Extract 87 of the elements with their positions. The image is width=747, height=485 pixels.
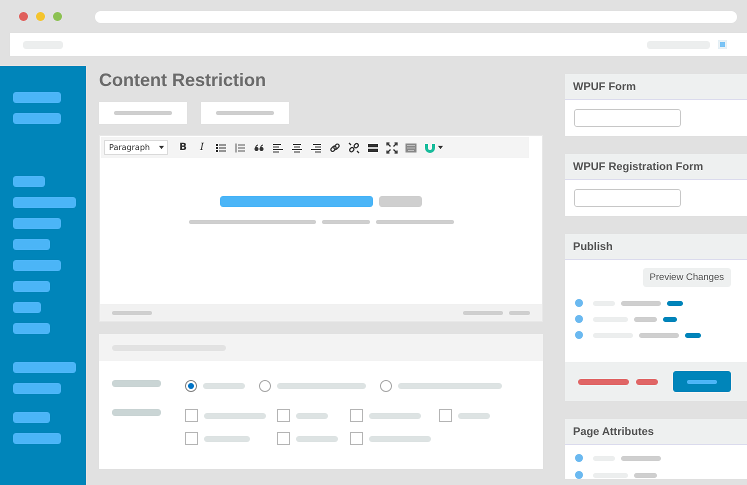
- menu-item[interactable]: [13, 281, 50, 292]
- menu-item[interactable]: [13, 113, 61, 124]
- placeholder-bar: [216, 111, 274, 115]
- radio-button[interactable]: [380, 380, 392, 392]
- caret-icon: [438, 145, 443, 150]
- menu-item[interactable]: [13, 239, 50, 250]
- align-center-icon[interactable]: [291, 142, 303, 154]
- status-icon: [575, 454, 583, 462]
- placeholder-bar: [114, 111, 172, 115]
- menu-item[interactable]: [13, 218, 61, 229]
- align-left-icon[interactable]: [272, 142, 284, 154]
- minimize-dot[interactable]: [36, 12, 45, 21]
- radio-button[interactable]: [185, 380, 197, 392]
- radio-button[interactable]: [259, 380, 271, 392]
- placeholder-bar: [621, 300, 661, 306]
- checkbox[interactable]: [185, 409, 198, 422]
- tab[interactable]: [99, 102, 187, 124]
- checkbox[interactable]: [277, 432, 290, 445]
- square-icon: [720, 42, 725, 47]
- checkbox[interactable]: [439, 409, 452, 422]
- menu-item[interactable]: [13, 433, 61, 444]
- box-title: Page Attributes: [565, 419, 747, 445]
- format-select[interactable]: Paragraph: [104, 140, 168, 155]
- box-title: Publish: [565, 234, 747, 260]
- placeholder-bar: [593, 472, 628, 478]
- placeholder-bar: [663, 316, 677, 322]
- quote-icon[interactable]: [253, 142, 265, 154]
- fullscreen-icon[interactable]: [386, 142, 398, 154]
- keyboard-icon[interactable]: [405, 142, 417, 154]
- align-right-icon[interactable]: [310, 142, 322, 154]
- maximize-dot[interactable]: [53, 12, 62, 21]
- placeholder-bar: [463, 310, 503, 314]
- checkbox[interactable]: [350, 409, 363, 422]
- placeholder-bar: [621, 456, 661, 460]
- numbered-list-icon[interactable]: [234, 142, 246, 154]
- placeholder-bar: [458, 412, 490, 418]
- menu-item[interactable]: [13, 383, 61, 394]
- read-more-icon[interactable]: [367, 142, 379, 154]
- placeholder-bar: [204, 412, 266, 418]
- link-icon[interactable]: [329, 142, 341, 154]
- plugin-dropdown[interactable]: [424, 142, 443, 154]
- placeholder-bar: [685, 332, 701, 338]
- preview-changes-button[interactable]: Preview Changes: [642, 268, 731, 287]
- placeholder-bar: [204, 436, 250, 442]
- placeholder-bar: [667, 300, 683, 306]
- status-icon: [575, 471, 583, 479]
- menu-item[interactable]: [13, 176, 45, 187]
- menu-item[interactable]: [13, 260, 61, 271]
- placeholder-bar: [509, 310, 530, 314]
- placeholder-bar: [369, 412, 421, 418]
- select-field[interactable]: [574, 109, 681, 127]
- box-title: WPUF Form: [565, 74, 747, 100]
- placeholder-bar: [639, 332, 679, 338]
- bullet-list-icon[interactable]: [215, 142, 227, 154]
- menu-item[interactable]: [13, 362, 76, 373]
- placeholder-bar: [379, 196, 422, 207]
- box-title: WPUF Registration Form: [565, 154, 747, 180]
- placeholder-bar: [369, 436, 431, 442]
- placeholder-bar: [634, 472, 657, 478]
- placeholder-bar: [112, 380, 161, 387]
- placeholder-bar: [296, 436, 338, 442]
- publish-button[interactable]: [673, 371, 731, 392]
- caret-icon: [159, 145, 164, 150]
- unlink-icon[interactable]: [348, 142, 360, 154]
- checkbox[interactable]: [185, 432, 198, 445]
- placeholder-bar: [322, 220, 370, 224]
- placeholder-bar: [578, 378, 629, 384]
- select-field[interactable]: [574, 189, 681, 207]
- page-title: Content Restriction: [99, 70, 268, 91]
- close-dot[interactable]: [19, 12, 28, 21]
- placeholder-bar: [203, 383, 245, 389]
- bold-button[interactable]: B: [177, 142, 189, 153]
- address-bar[interactable]: [95, 10, 737, 22]
- placeholder-bar: [112, 409, 161, 416]
- placeholder-bar: [296, 412, 328, 418]
- menu-item[interactable]: [13, 92, 61, 103]
- placeholder-bar: [112, 310, 152, 314]
- menu-item[interactable]: [13, 197, 76, 208]
- tab[interactable]: [201, 102, 289, 124]
- italic-button[interactable]: I: [196, 142, 208, 153]
- placeholder-bar: [636, 378, 658, 384]
- checkbox[interactable]: [350, 432, 363, 445]
- menu-item[interactable]: [13, 412, 50, 423]
- placeholder-bar: [634, 316, 657, 322]
- checkbox[interactable]: [277, 409, 290, 422]
- menu-item[interactable]: [13, 302, 41, 313]
- menu-item[interactable]: [13, 323, 50, 334]
